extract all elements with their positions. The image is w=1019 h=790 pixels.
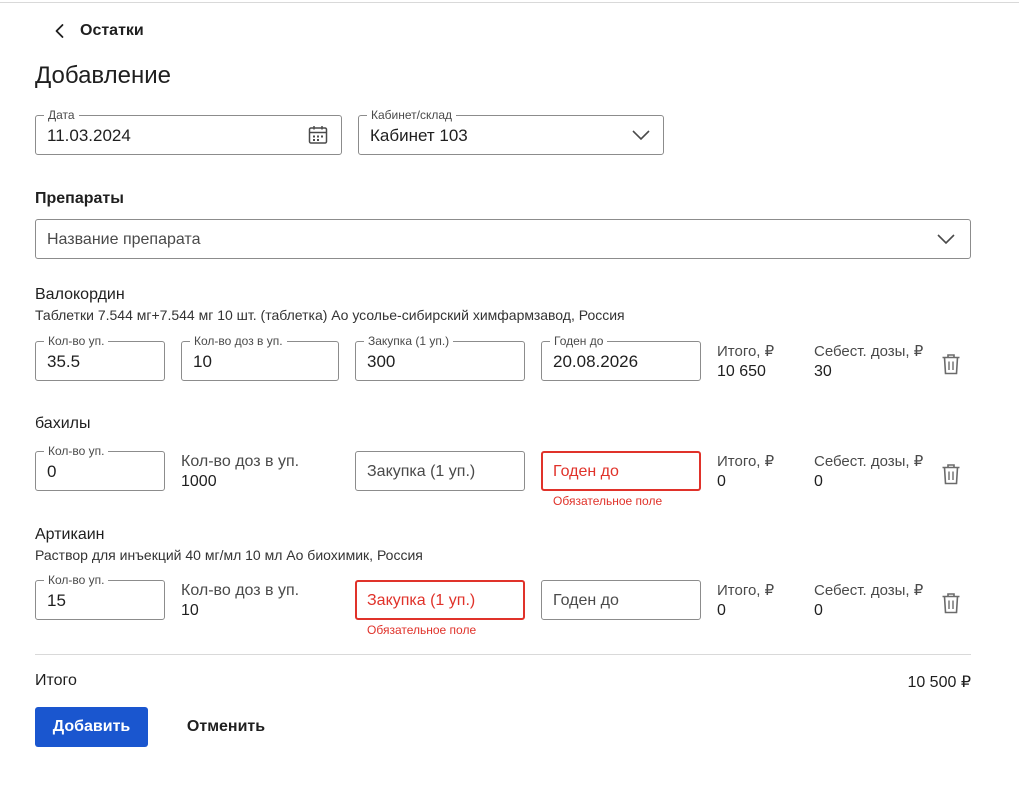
expiry-input-placeholder: Годен до xyxy=(553,463,619,480)
expiry-input-placeholder: Годен до xyxy=(553,592,619,609)
qty-input-value: 0 xyxy=(47,462,57,481)
item-total-value: 0 xyxy=(717,602,726,619)
drug-item-description: Таблетки 7.544 мг+7.544 мг 10 шт. (табле… xyxy=(35,307,625,323)
expiry-input[interactable]: Годен до xyxy=(541,580,701,620)
doses-readonly-label: Кол-во доз в уп. xyxy=(181,453,300,470)
qty-input-label: Кол-во уп. xyxy=(44,573,109,587)
top-divider xyxy=(0,2,1019,3)
price-input[interactable]: Закупка (1 уп.) xyxy=(355,580,525,620)
doses-readonly-value: 10 xyxy=(181,602,199,619)
dose-cost: Себест. дозы, ₽ 30 xyxy=(814,342,923,382)
item-total: Итого, ₽ 10 650 xyxy=(717,342,774,382)
dose-cost-value: 30 xyxy=(814,363,832,380)
chevron-left-icon xyxy=(55,24,64,38)
item-total-label: Итого, ₽ xyxy=(717,343,775,360)
doses-readonly: Кол-во доз в уп. 1000 xyxy=(181,452,299,492)
summary-total-value: 10 500 ₽ xyxy=(907,674,971,691)
chevron-down-icon xyxy=(632,130,650,141)
doses-input-value: 10 xyxy=(193,352,212,371)
back-link[interactable]: Остатки xyxy=(52,20,144,42)
qty-input[interactable]: Кол-во уп. 0 xyxy=(35,444,165,491)
trash-icon[interactable] xyxy=(941,463,961,485)
price-input-value: 300 xyxy=(367,352,396,371)
date-field-value: 11.03.2024 xyxy=(47,126,131,145)
date-field[interactable]: Дата 11.03.2024 xyxy=(35,108,342,155)
price-input-placeholder: Закупка (1 уп.) xyxy=(367,592,476,609)
doses-readonly-label: Кол-во доз в уп. xyxy=(181,582,300,599)
dose-cost-label: Себест. дозы, ₽ xyxy=(814,582,924,599)
item-total: Итого, ₽ 0 xyxy=(717,581,774,621)
date-field-label: Дата xyxy=(44,108,79,122)
expiry-input[interactable]: Годен до xyxy=(541,451,701,491)
price-input[interactable]: Закупка (1 уп.) 300 xyxy=(355,334,525,381)
dose-cost-value: 0 xyxy=(814,602,823,619)
expiry-input-value: 20.08.2026 xyxy=(553,352,639,371)
doses-readonly: Кол-во доз в уп. 10 xyxy=(181,581,299,621)
back-link-label: Остатки xyxy=(80,22,144,39)
price-error-message: Обязательное поле xyxy=(367,623,477,637)
drug-item-name: Артикаин xyxy=(35,526,105,543)
dose-cost-label: Себест. дозы, ₽ xyxy=(814,453,924,470)
summary-divider xyxy=(35,654,971,655)
price-input[interactable]: Закупка (1 уп.) xyxy=(355,451,525,491)
expiry-input-label: Годен до xyxy=(550,334,608,348)
item-total-value: 0 xyxy=(717,473,726,490)
summary-total-label: Итого xyxy=(35,672,77,689)
dose-cost: Себест. дозы, ₽ 0 xyxy=(814,581,923,621)
drug-item-description: Раствор для инъекций 40 мг/мл 10 мл Ао б… xyxy=(35,547,423,563)
item-total: Итого, ₽ 0 xyxy=(717,452,774,492)
price-input-label: Закупка (1 уп.) xyxy=(364,334,454,348)
drug-item-name: Валокордин xyxy=(35,286,125,303)
cabinet-select[interactable]: Кабинет/склад Кабинет 103 xyxy=(358,108,664,155)
doses-readonly-value: 1000 xyxy=(181,473,217,490)
item-total-value: 10 650 xyxy=(717,363,766,380)
dose-cost-value: 0 xyxy=(814,473,823,490)
trash-icon[interactable] xyxy=(941,353,961,375)
cabinet-select-value: Кабинет 103 xyxy=(370,126,468,145)
qty-input-value: 15 xyxy=(47,591,66,610)
drugs-section-title: Препараты xyxy=(35,190,124,207)
qty-input-label: Кол-во уп. xyxy=(44,444,109,458)
qty-input-label: Кол-во уп. xyxy=(44,334,109,348)
chevron-down-icon xyxy=(937,234,955,245)
trash-icon[interactable] xyxy=(941,592,961,614)
drug-item-name: бахилы xyxy=(35,415,91,432)
expiry-error-message: Обязательное поле xyxy=(553,494,663,508)
qty-input-value: 35.5 xyxy=(47,352,81,371)
dose-cost: Себест. дозы, ₽ 0 xyxy=(814,452,923,492)
add-button[interactable]: Добавить xyxy=(35,707,148,747)
cabinet-select-label: Кабинет/склад xyxy=(367,108,457,122)
drug-select-placeholder: Название препарата xyxy=(47,231,201,248)
expiry-input[interactable]: Годен до 20.08.2026 xyxy=(541,334,701,381)
cancel-button[interactable]: Отменить xyxy=(170,707,282,747)
doses-input-label: Кол-во доз в уп. xyxy=(190,334,287,348)
qty-input[interactable]: Кол-во уп. 15 xyxy=(35,573,165,620)
item-total-label: Итого, ₽ xyxy=(717,582,775,599)
calendar-icon[interactable] xyxy=(308,125,328,145)
drug-select[interactable]: Название препарата xyxy=(35,219,971,259)
page-title: Добавление xyxy=(35,62,171,89)
item-total-label: Итого, ₽ xyxy=(717,453,775,470)
price-input-placeholder: Закупка (1 уп.) xyxy=(367,463,476,480)
doses-input[interactable]: Кол-во доз в уп. 10 xyxy=(181,334,339,381)
qty-input[interactable]: Кол-во уп. 35.5 xyxy=(35,334,165,381)
dose-cost-label: Себест. дозы, ₽ xyxy=(814,343,924,360)
